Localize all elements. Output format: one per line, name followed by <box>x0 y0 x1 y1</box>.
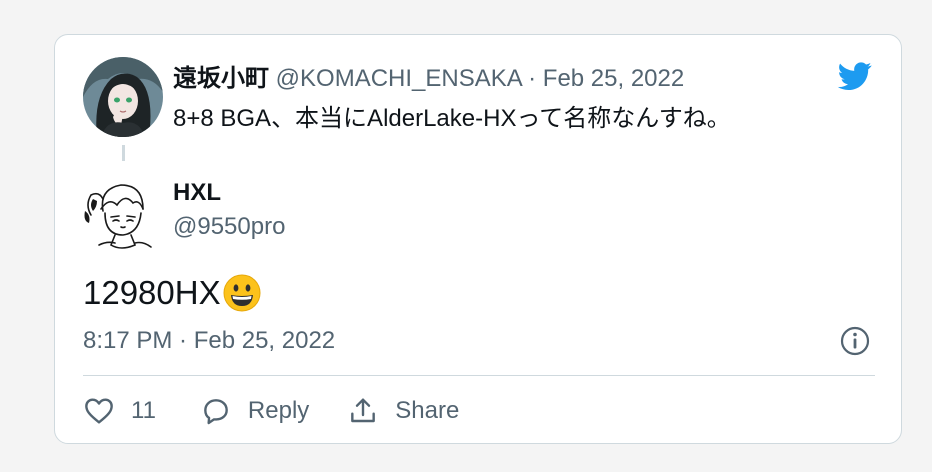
reply-label: Reply <box>247 397 310 424</box>
like-button[interactable]: 11 <box>83 395 156 427</box>
grinning-face-emoji-icon <box>223 274 261 312</box>
reply-tweet-body: 12980HX <box>83 271 261 315</box>
share-label: Share <box>395 397 460 424</box>
info-icon[interactable] <box>839 325 871 357</box>
twitter-bird-icon[interactable] <box>835 59 875 93</box>
tweet-embed-card[interactable]: 遠坂小町 @KOMACHI_ENSAKA · Feb 25, 2022 8+8 … <box>54 34 902 444</box>
quoted-tweet-text: 8+8 BGA、本当にAlderLake-HXって名称なんすね。 <box>173 105 731 132</box>
reply-button[interactable]: Reply <box>200 395 309 427</box>
reply-avatar[interactable] <box>81 175 157 253</box>
tweet-timestamp[interactable]: 8:17 PM · Feb 25, 2022 <box>83 325 335 357</box>
quoted-date[interactable]: Feb 25, 2022 <box>543 65 684 92</box>
quoted-header: 遠坂小町 @KOMACHI_ENSAKA · Feb 25, 2022 <box>173 63 684 95</box>
action-divider <box>83 375 875 376</box>
speech-bubble-icon <box>204 399 228 425</box>
heart-icon <box>85 398 113 424</box>
share-button[interactable]: Share <box>347 395 459 427</box>
share-upload-icon <box>351 398 376 423</box>
thread-connector-line <box>122 145 125 161</box>
quoted-display-name[interactable]: 遠坂小町 <box>173 65 269 92</box>
reply-display-name[interactable]: HXL <box>173 177 221 209</box>
header-separator: · <box>528 65 537 92</box>
action-bar: 11 Reply Share <box>83 393 459 429</box>
reply-tweet-text: 12980HX <box>83 274 221 311</box>
quoted-handle[interactable]: @KOMACHI_ENSAKA <box>276 65 522 92</box>
like-count: 11 <box>131 397 156 424</box>
quoted-avatar[interactable] <box>83 57 163 137</box>
reply-handle[interactable]: @9550pro <box>173 211 285 243</box>
